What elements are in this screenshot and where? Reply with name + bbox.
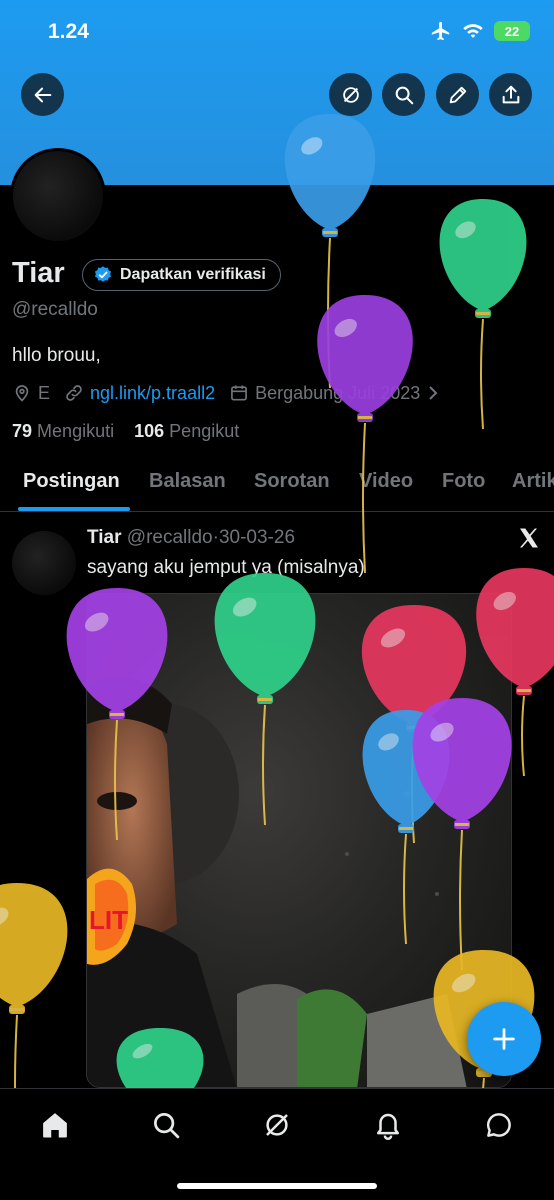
tab-postingan[interactable]: Postingan <box>23 470 120 493</box>
profile-name: Tiar <box>12 257 65 289</box>
profile-location: E <box>12 383 50 404</box>
tab-artikel[interactable]: Artik <box>512 470 554 493</box>
post-photo[interactable]: LIT <box>86 593 512 1088</box>
photo-content: LIT <box>87 677 467 1087</box>
home-indicator[interactable] <box>177 1183 377 1189</box>
share-icon <box>502 85 519 103</box>
profile-avatar[interactable] <box>10 148 106 244</box>
post-text: sayang aku jemput ya (misalnya) <box>87 557 365 578</box>
edit-button[interactable] <box>436 73 479 116</box>
following-label: Mengikuti <box>37 421 115 441</box>
profile-joined-text: Bergabung Juli 2023 <box>255 382 421 403</box>
messages-icon <box>486 1113 511 1137</box>
following-count: 79 <box>12 421 33 441</box>
tab-balasan[interactable]: Balasan <box>149 470 226 493</box>
followers-stat[interactable]: 106 Pengikut <box>134 421 239 441</box>
nav-search[interactable] <box>148 1107 184 1143</box>
profile-handle: @recalldo <box>12 299 98 320</box>
get-verified-button[interactable]: Dapatkan verifikasi <box>82 259 281 291</box>
get-verified-label: Dapatkan verifikasi <box>120 266 266 283</box>
status-bar: 1.24 22 <box>0 0 554 66</box>
compose-button[interactable] <box>467 1002 541 1076</box>
calendar-icon <box>231 385 248 401</box>
profile-tabs: Postingan Balasan Sorotan Video Foto Art… <box>0 458 554 512</box>
post-author-name[interactable]: Tiar <box>87 527 122 548</box>
grok-icon <box>266 1114 288 1136</box>
profile-joined[interactable]: Bergabung Juli 2023 <box>229 383 440 404</box>
post-source-button[interactable] <box>517 526 541 555</box>
plus-icon <box>493 1028 515 1050</box>
arrow-left-icon <box>34 87 51 102</box>
profile-location-text: E <box>38 382 51 403</box>
battery-indicator: 22 <box>494 21 530 41</box>
follow-stats: 79 Mengikuti 106 Pengikut <box>12 421 239 442</box>
post-date: 30-03-26 <box>218 527 296 548</box>
profile-bio: hllo brouu, <box>12 345 101 366</box>
verified-badge-icon <box>95 266 111 282</box>
nav-home[interactable] <box>37 1107 73 1143</box>
active-tab-indicator <box>18 507 130 511</box>
search-icon <box>395 86 413 104</box>
airplane-icon <box>431 21 450 41</box>
followers-label: Pengikut <box>169 421 240 441</box>
post-avatar[interactable] <box>12 531 76 595</box>
tab-sorotan[interactable]: Sorotan <box>254 470 330 493</box>
nav-notifications[interactable] <box>370 1107 406 1143</box>
search-icon <box>154 1113 180 1139</box>
location-pin-icon <box>15 385 29 402</box>
profile-meta: E ngl.link/p.traall2 Bergabung Juli 2023 <box>12 381 454 405</box>
balloon <box>317 295 413 574</box>
profile-link-text[interactable]: ngl.link/p.traall2 <box>90 383 215 404</box>
tab-foto[interactable]: Foto <box>442 470 485 493</box>
battery-level: 22 <box>504 23 520 39</box>
status-time: 1.24 <box>48 20 89 43</box>
post-author-handle: @recalldo <box>126 527 213 548</box>
home-icon <box>43 1113 67 1138</box>
profile-link[interactable]: ngl.link/p.traall2 <box>64 383 215 404</box>
followers-count: 106 <box>134 421 165 441</box>
wifi-icon <box>463 24 483 38</box>
following-stat[interactable]: 79 Mengikuti <box>12 421 114 441</box>
grok-button[interactable] <box>329 73 372 116</box>
link-icon <box>66 385 82 401</box>
post-header: Tiar @recalldo·30-03-26 <box>87 527 296 548</box>
lit-badge-text: LIT <box>89 905 128 935</box>
status-icons: 22 <box>430 20 530 42</box>
notifications-icon <box>377 1113 399 1140</box>
edit-icon <box>449 86 466 103</box>
grok-icon <box>342 86 359 103</box>
nav-messages[interactable] <box>481 1107 517 1143</box>
x-logo-icon <box>520 528 538 548</box>
share-button[interactable] <box>489 73 532 116</box>
chevron-right-icon <box>429 386 438 400</box>
tab-video[interactable]: Video <box>359 470 413 493</box>
nav-grok[interactable] <box>259 1107 295 1143</box>
back-button[interactable] <box>21 73 64 116</box>
search-button[interactable] <box>382 73 425 116</box>
